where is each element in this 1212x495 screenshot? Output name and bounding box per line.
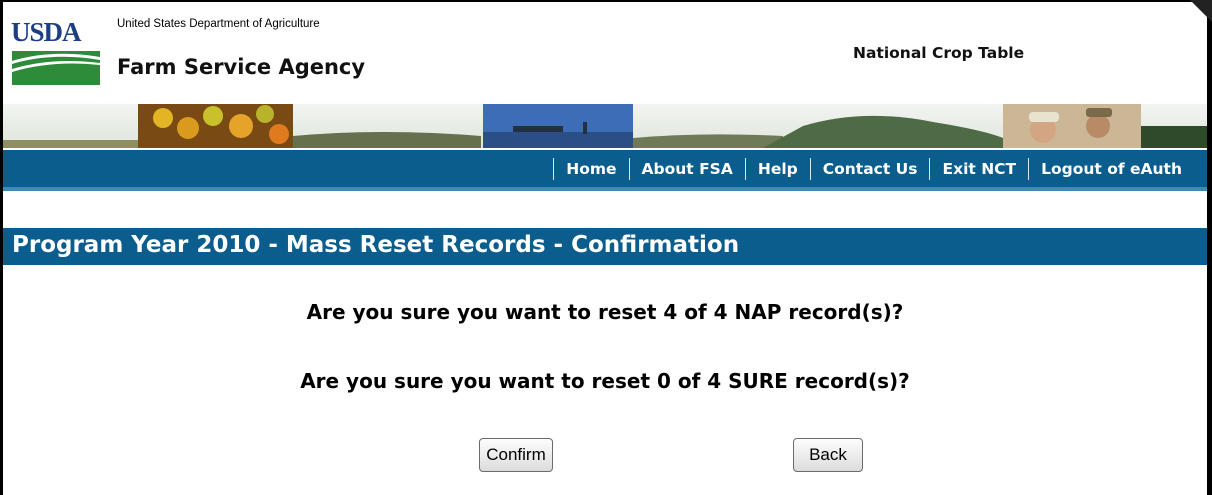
nav-underline: [3, 187, 1207, 191]
sure-reset-question: Are you sure you want to reset 0 of 4 SU…: [300, 369, 910, 393]
top-nav-bar: Home About FSA Help Contact Us Exit NCT …: [3, 150, 1207, 187]
usda-logo-text: USDA: [11, 17, 82, 47]
page-title: Program Year 2010 - Mass Reset Records -…: [12, 232, 740, 258]
confirm-button[interactable]: Confirm: [479, 438, 553, 472]
nav-help[interactable]: Help: [746, 160, 810, 178]
department-name: United States Department of Agriculture: [117, 18, 320, 30]
nav-contact-us[interactable]: Contact Us: [811, 160, 930, 178]
header-photo-banner: [3, 104, 1207, 148]
agency-name: Farm Service Agency: [117, 55, 366, 79]
nav-exit-nct[interactable]: Exit NCT: [930, 160, 1028, 178]
usda-logo-swoosh-icon: [12, 51, 100, 85]
page-title-bar: Program Year 2010 - Mass Reset Records -…: [3, 228, 1207, 265]
nav-about-fsa[interactable]: About FSA: [630, 160, 745, 178]
window-corner: [1190, 0, 1212, 22]
nav-home[interactable]: Home: [554, 160, 628, 178]
back-button[interactable]: Back: [793, 438, 863, 472]
app-title: National Crop Table: [853, 44, 1025, 62]
top-nav: Home About FSA Help Contact Us Exit NCT …: [553, 150, 1194, 187]
nap-reset-question: Are you sure you want to reset 4 of 4 NA…: [306, 300, 904, 324]
nav-logout-eauth[interactable]: Logout of eAuth: [1029, 160, 1194, 178]
